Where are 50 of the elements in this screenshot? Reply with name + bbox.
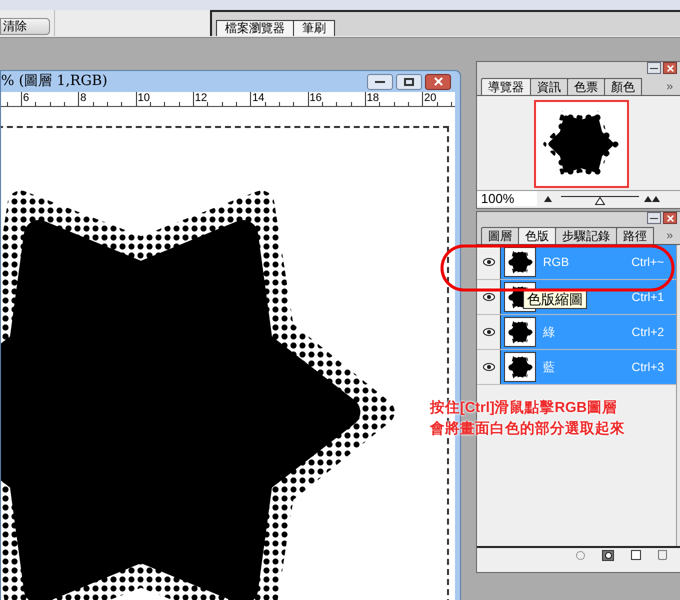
palette-tab[interactable]: 資訊 [530, 78, 568, 95]
eye-icon[interactable] [482, 258, 494, 266]
palette-tab[interactable]: 圖層 [481, 227, 519, 244]
channel-shortcut: Ctrl+1 [632, 289, 664, 306]
close-button[interactable] [425, 74, 451, 90]
channel-shortcut: Ctrl+~ [631, 254, 664, 271]
channel-name: 綠 [543, 324, 555, 341]
ruler-label: 8 [80, 92, 86, 104]
palette-tab[interactable]: 色版 [518, 227, 556, 244]
palette-menu-arrow[interactable]: » [666, 77, 673, 95]
maximize-button[interactable] [396, 74, 422, 90]
palette-tab[interactable]: 路徑 [616, 227, 654, 244]
eye-icon[interactable] [482, 328, 494, 336]
close-button[interactable] [663, 212, 677, 224]
zoom-slider-thumb[interactable] [595, 197, 605, 205]
ruler-label: 16 [310, 92, 322, 104]
channel-name: 藍 [543, 359, 555, 376]
ruler-label: 6 [23, 92, 30, 104]
ruler-label: 14 [252, 92, 264, 104]
palette-menu-arrow[interactable]: » [666, 226, 673, 244]
window-title: % (圖層 1,RGB) [1, 72, 108, 91]
close-icon [666, 64, 674, 72]
palette-tab[interactable]: 導覽器 [481, 78, 531, 95]
close-button[interactable] [663, 62, 677, 74]
eye-icon[interactable] [482, 293, 494, 301]
close-icon [434, 77, 442, 86]
ruler-label: 20 [424, 92, 436, 104]
palette-well-tab[interactable]: 筆刷 [293, 20, 335, 36]
ruler-label: 18 [366, 92, 380, 104]
channel-shortcut: Ctrl+2 [632, 324, 664, 341]
palette-well-tab[interactable]: 檔案瀏覽器 [216, 20, 294, 36]
trash-icon[interactable] [658, 550, 667, 560]
minimize-button[interactable] [647, 212, 661, 224]
zoom-out-icon[interactable] [544, 196, 552, 202]
zoom-field[interactable]: 100% [477, 191, 537, 206]
ruler-label: 12 [194, 92, 208, 104]
minimize-button[interactable] [367, 74, 393, 90]
new-page-icon[interactable] [631, 550, 641, 560]
minimize-button[interactable] [647, 62, 661, 74]
close-icon [666, 214, 674, 222]
zoom-in-icon[interactable] [644, 196, 660, 202]
clear-button[interactable]: 清除 [0, 18, 50, 35]
circle-in-square-icon[interactable] [602, 550, 614, 560]
channel-name: RGB [543, 254, 570, 271]
eye-icon[interactable] [482, 363, 494, 371]
palette-tab[interactable]: 顏色 [604, 78, 642, 95]
channel-shortcut: Ctrl+3 [632, 359, 664, 376]
palette-tab[interactable]: 色票 [567, 78, 605, 95]
palette-tab[interactable]: 步驟記錄 [555, 227, 617, 244]
ruler-label: 10 [138, 92, 150, 104]
